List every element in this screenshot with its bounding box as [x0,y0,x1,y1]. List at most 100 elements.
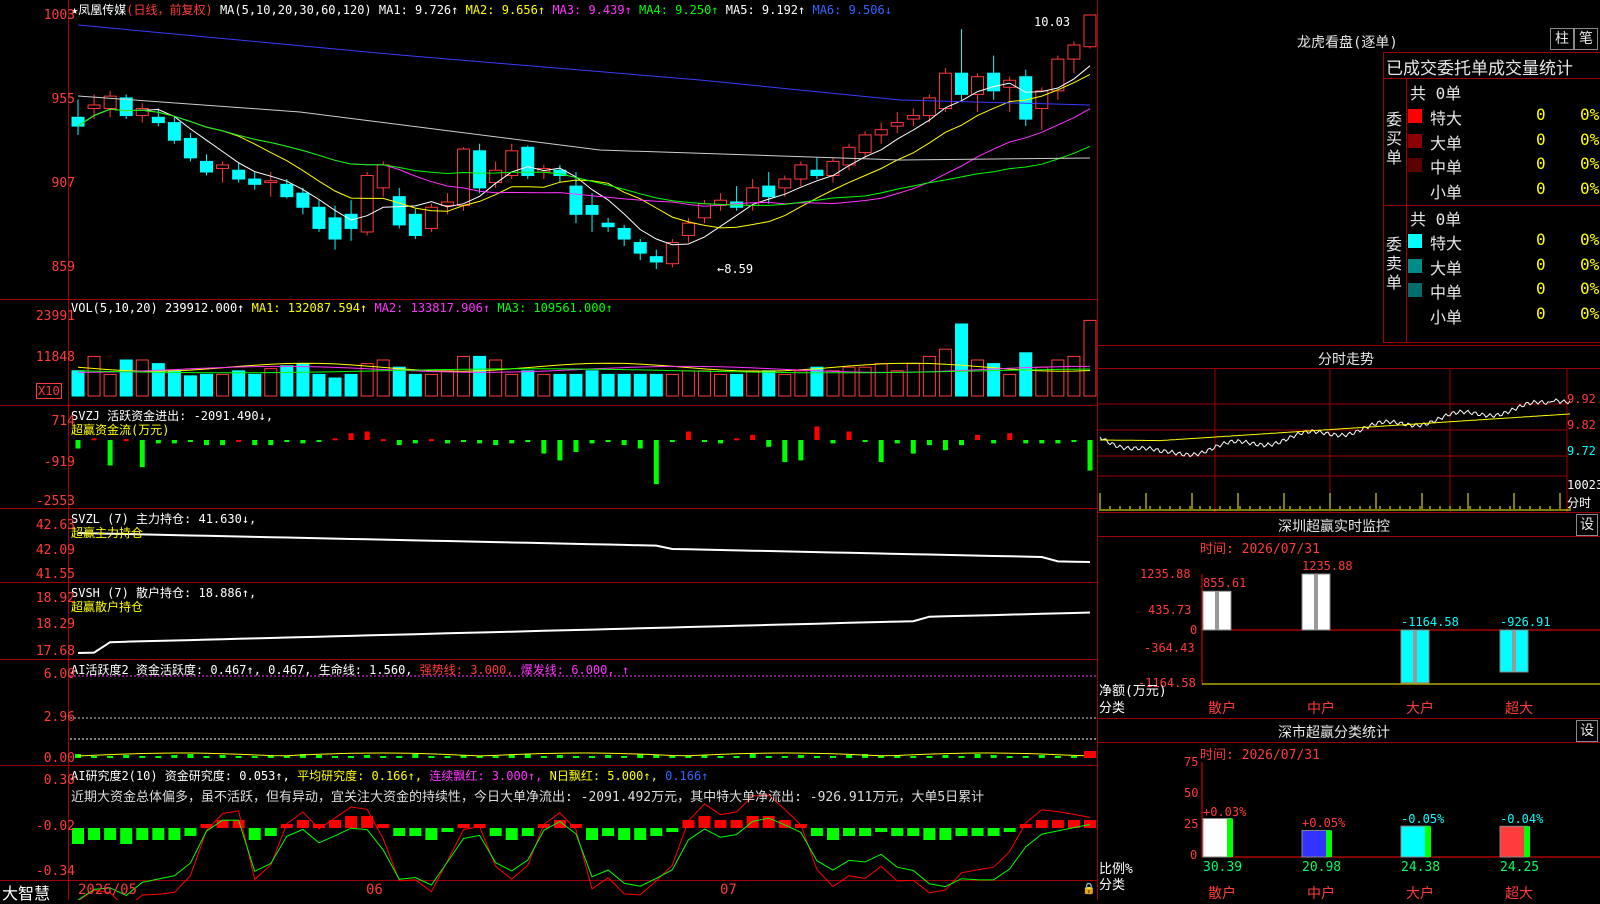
class-tick-4: 0 [1190,848,1198,862]
monitor-settings-button[interactable]: 设 [1576,514,1598,536]
ma3-value: MA3: 9.439↑ [552,3,632,17]
research-bar [136,828,149,840]
volume-bar [183,375,197,397]
vol-tick-1: 23991 [35,309,75,324]
pen-mode-button[interactable]: 笔 [1574,28,1598,50]
class-change-3: -0.04% [1500,812,1544,827]
volume-bar [617,373,631,397]
volume-bar [87,355,101,397]
fund-flow-bar [412,440,418,444]
volume-bar [537,373,551,397]
chart-canvas[interactable] [0,0,1600,900]
activity-bar [910,756,917,758]
lock-icon[interactable]: 🔒 [1082,882,1096,895]
fund-flow-bar [605,440,611,442]
research-bar [602,828,615,836]
stock-name[interactable]: 凤凰传媒 [78,3,126,17]
fund-flow-bar [734,438,740,441]
research-bar [152,828,165,840]
candle-body [521,146,535,177]
candle-body [392,196,406,226]
research-bar [345,816,358,828]
activity-bar [428,756,435,758]
activity-bar-last [1084,751,1096,758]
activity-bar [91,756,98,758]
class-value-2: 24.38 [1401,860,1441,875]
activity-bar [1038,755,1045,758]
monitor-cat-1: 中户 [1307,701,1335,717]
class-change-1: +0.05% [1302,816,1346,831]
fund-flow-bar [220,440,226,446]
fund-flow-bar [444,440,450,444]
research-bar [521,828,534,836]
candle-body [858,134,872,154]
volume-bar [71,370,85,397]
svsh-tick-2: 18.29 [35,617,75,632]
fund-flow-bar [155,440,161,444]
activity-bar [669,756,676,758]
research-bar [184,828,197,836]
sell-row-3: 小单 0 0% [1408,304,1599,327]
ma2-value: MA2: 9.656↑ [465,3,546,17]
activity-bar [797,755,804,758]
price-tick-3: 907 [51,176,75,191]
fund-flow-bar [958,440,964,446]
candle-body [216,164,230,169]
monitor-bar-highlight [1512,630,1516,672]
candle-body [232,169,246,180]
monitor-cat-3: 超大 [1505,701,1533,717]
volume-bar [569,373,583,397]
sell-row-0: 特大 0 0% [1408,230,1599,253]
intraday-avg-line [1100,413,1571,442]
fund-flow-bar [637,440,643,449]
volume-stats-tab[interactable]: 已成交委托单成交量统计 [1386,54,1573,79]
color-swatch [1408,109,1422,123]
fund-flow-bar [1087,440,1093,471]
research-bar [1019,824,1032,828]
research-bar [489,828,502,836]
ma30-line [77,108,1091,206]
order-size-label: 大单 [1430,258,1463,278]
ma6-value: MA6: 9.506↓ [812,3,892,17]
class-settings-button[interactable]: 设 [1576,720,1598,742]
activity-bar [765,756,772,758]
volume-bar [296,363,310,397]
activity-bar [283,756,290,758]
class-tick-2: 50 [1184,786,1199,800]
intraday-tick-1: 9.92 [1567,392,1596,406]
volume-bar [874,363,888,397]
candle-body [1083,14,1097,48]
vol-tick-2: 11848 [35,350,75,365]
activity-bar [1054,756,1061,758]
fund-flow-bar [573,440,579,452]
class-bar-2 [1400,825,1430,858]
fund-flow-bar [204,440,210,446]
fund-flow-bar [701,440,707,442]
activity-bar [1070,756,1077,758]
candle-body [569,185,583,215]
buy-orders-label: 委买单 [1386,110,1403,167]
monitor-time: 时间: 2026/07/31 [1200,542,1320,557]
monitor-value-1: 1235.88 [1302,559,1353,573]
activity-bar [878,756,885,758]
fund-flow-bar [942,440,948,451]
fund-flow-bar [1039,440,1045,444]
stock-period[interactable]: (日线，前复权) [126,3,212,17]
fund-flow-bar [123,439,129,442]
fund-flow-bar [685,431,691,440]
candle-body [408,213,422,236]
fund-flow-bar [300,440,306,444]
activity-bar [444,756,451,758]
intraday-vol-value: 10023 [1567,478,1600,492]
research-bar [810,828,823,836]
volume-bar [810,366,824,397]
activity-bar [540,756,547,758]
svsh-tick-1: 18.92 [35,591,75,606]
activity-bar [123,755,130,758]
activity-bar [733,756,740,758]
order-count: 0 [1536,254,1546,274]
fund-flow-bar [589,440,595,444]
bar-mode-button[interactable]: 柱 [1550,28,1574,50]
activity-bar [139,756,146,758]
volume-bar [312,373,326,397]
